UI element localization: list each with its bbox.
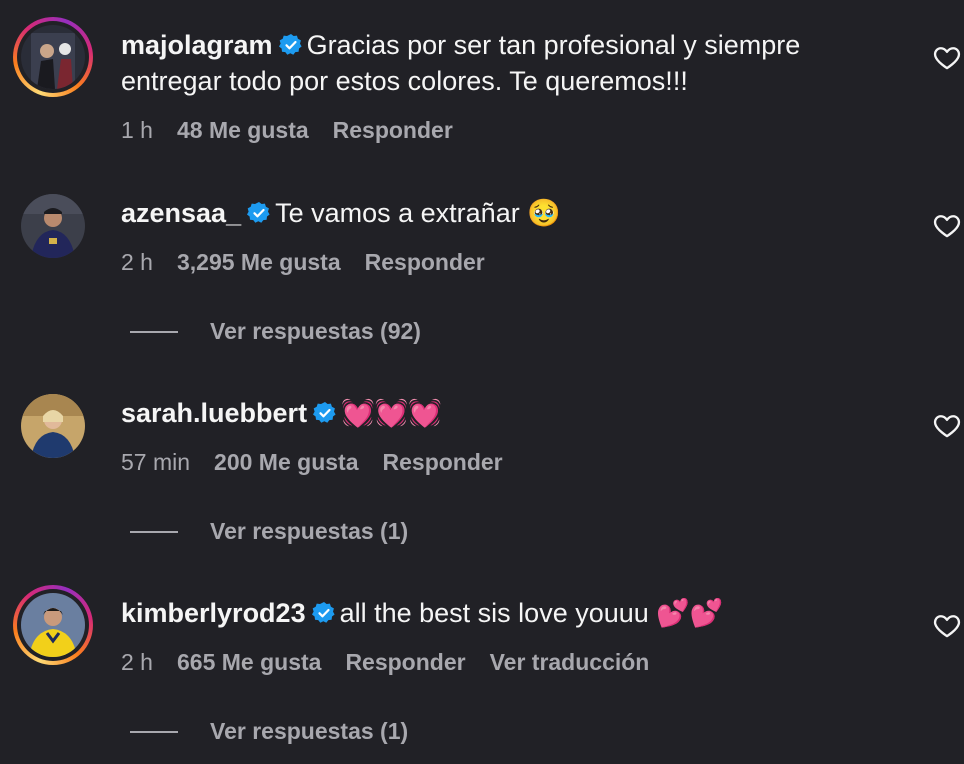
likes-count[interactable]: 3,295 Me gusta — [177, 249, 341, 276]
avatar[interactable] — [21, 194, 85, 258]
view-replies-button[interactable]: Ver respuestas (1) — [130, 518, 408, 545]
comment-text: all the best sis love youuu — [339, 598, 649, 628]
timestamp: 57 min — [121, 449, 191, 475]
like-heart-icon[interactable] — [933, 212, 961, 238]
replies-divider-line — [130, 330, 178, 333]
comment-text: Te vamos a extrañar — [275, 198, 520, 228]
like-heart-icon[interactable] — [933, 412, 961, 438]
timestamp: 2 h — [121, 249, 153, 275]
view-replies-label: Ver respuestas (92) — [210, 318, 421, 344]
avatar — [21, 593, 85, 657]
username[interactable]: majolagram — [121, 30, 273, 60]
username[interactable]: kimberlyrod23 — [121, 598, 306, 628]
likes-count[interactable]: 200 Me gusta — [214, 449, 358, 476]
reply-button[interactable]: Responder — [333, 117, 453, 144]
two-hearts-emoji: 💕💕 — [656, 598, 724, 629]
timestamp: 1 h — [121, 117, 153, 143]
view-replies-label: Ver respuestas (1) — [210, 718, 409, 744]
likes-count[interactable]: 48 Me gusta — [177, 117, 309, 144]
reply-button[interactable]: Responder — [383, 449, 503, 476]
reply-button[interactable]: Responder — [345, 649, 465, 676]
verified-badge-icon — [311, 602, 335, 623]
replies-divider-line — [130, 730, 178, 733]
likes-count[interactable]: 665 Me gusta — [177, 649, 321, 676]
view-replies-button[interactable]: Ver respuestas (92) — [130, 318, 421, 345]
timestamp: 2 h — [121, 649, 153, 675]
reply-button[interactable]: Responder — [365, 249, 485, 276]
view-replies-label: Ver respuestas (1) — [210, 518, 409, 544]
like-heart-icon[interactable] — [933, 44, 961, 70]
verified-badge-icon — [313, 402, 336, 423]
avatar — [21, 25, 85, 89]
pleading-face-emoji: 🥹 — [527, 198, 561, 229]
replies-divider-line — [130, 530, 178, 533]
verified-badge-icon — [247, 202, 270, 223]
avatar[interactable] — [21, 394, 85, 458]
verified-badge-icon — [278, 34, 302, 55]
view-replies-button[interactable]: Ver respuestas (1) — [130, 718, 408, 745]
beating-heart-emoji: 💓💓💓 — [341, 398, 442, 429]
avatar-story-ring[interactable] — [13, 17, 93, 97]
avatar-story-ring[interactable] — [13, 585, 93, 665]
username[interactable]: sarah.luebbert — [121, 398, 307, 428]
like-heart-icon[interactable] — [933, 612, 961, 638]
username[interactable]: azensaa_ — [121, 198, 241, 228]
translate-button[interactable]: Ver traducción — [490, 649, 650, 676]
